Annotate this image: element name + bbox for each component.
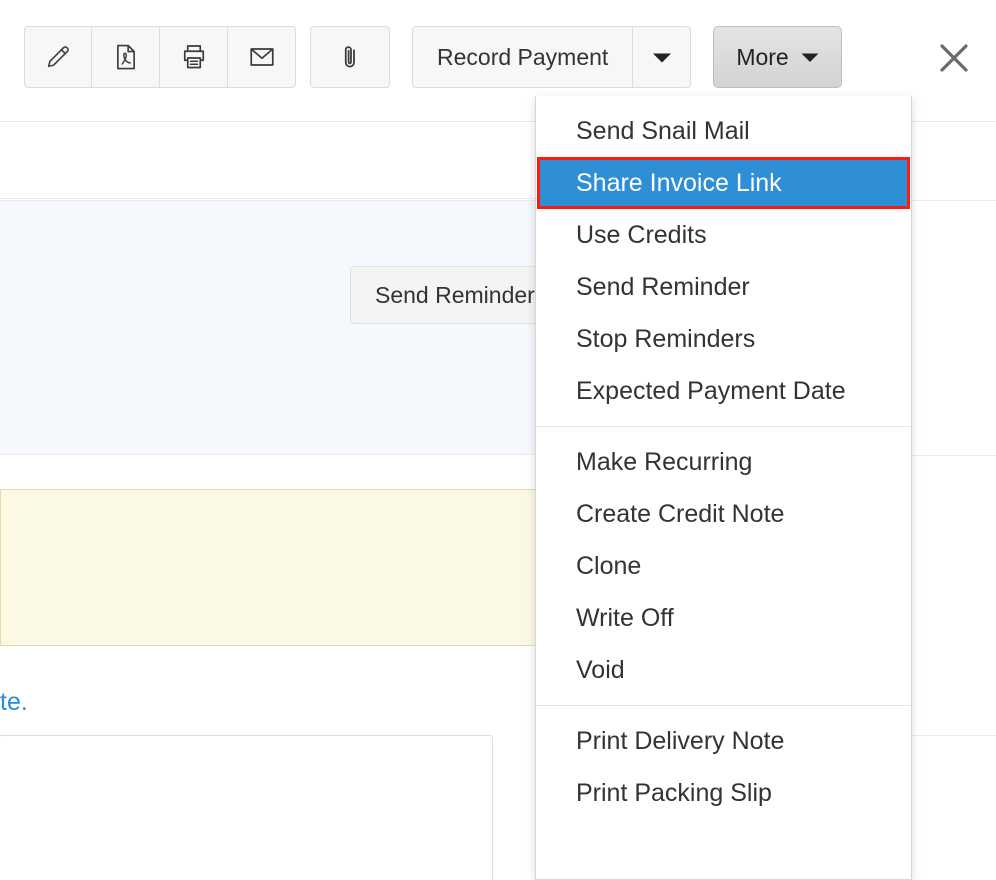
inline-link[interactable]: te. (0, 688, 28, 717)
menu-item-share-invoice-link[interactable]: Share Invoice Link (537, 157, 910, 209)
more-dropdown-body: Send Snail Mail Share Invoice Link Use Cre… (536, 96, 911, 828)
record-payment-dropdown-toggle[interactable] (633, 26, 692, 88)
menu-section: Print Delivery Note Print Packing Slip (536, 706, 911, 828)
rail-divider (912, 200, 996, 201)
menu-item-print-packing-slip[interactable]: Print Packing Slip (536, 767, 911, 819)
menu-item-label: Stop Reminders (576, 324, 756, 353)
menu-item-print-delivery-note[interactable]: Print Delivery Note (536, 715, 911, 767)
icon-button-group (24, 26, 296, 88)
send-reminder-label: Send Reminder (375, 281, 535, 308)
menu-item-expected-payment-date[interactable]: Expected Payment Date (536, 365, 911, 417)
menu-item-label: Make Recurring (576, 447, 753, 476)
menu-item-stop-reminders[interactable]: Stop Reminders (536, 313, 911, 365)
menu-item-use-credits[interactable]: Use Credits (536, 209, 911, 261)
edit-icon (43, 42, 73, 72)
app-root: Send Reminder te. Record Payment More Se… (0, 0, 996, 880)
rail-divider (912, 735, 996, 736)
menu-item-label: Share Invoice Link (576, 168, 782, 197)
pdf-button[interactable] (92, 26, 160, 88)
menu-item-label: Write Off (576, 603, 674, 632)
caret-down-icon (801, 52, 819, 63)
close-button[interactable] (932, 36, 976, 80)
close-icon (934, 38, 974, 78)
more-dropdown-menu[interactable]: Send Snail Mail Share Invoice Link Use Cre… (535, 96, 912, 880)
more-button[interactable]: More (713, 26, 842, 88)
menu-item-label: Send Reminder (576, 272, 750, 301)
edit-button[interactable] (24, 26, 92, 88)
menu-item-clone[interactable]: Clone (536, 540, 911, 592)
record-payment-split-button: Record Payment (412, 26, 692, 88)
menu-section: Send Snail Mail Share Invoice Link Use Cre… (536, 96, 911, 426)
menu-item-label: Clone (576, 551, 642, 580)
record-payment-label: Record Payment (437, 43, 609, 70)
pdf-icon (111, 42, 141, 72)
menu-item-send-snail-mail[interactable]: Send Snail Mail (536, 105, 911, 157)
menu-item-label: Create Credit Note (576, 499, 785, 528)
rail-divider (912, 455, 996, 456)
email-button[interactable] (228, 26, 296, 88)
right-rail (911, 123, 996, 880)
caret-down-icon (652, 51, 672, 64)
menu-item-send-reminder[interactable]: Send Reminder (536, 261, 911, 313)
attachment-button[interactable] (310, 26, 390, 88)
email-icon (247, 42, 277, 72)
menu-item-label: Print Packing Slip (576, 778, 772, 807)
menu-item-label: Expected Payment Date (576, 376, 846, 405)
menu-item-void[interactable]: Void (536, 644, 911, 696)
menu-item-make-recurring[interactable]: Make Recurring (536, 436, 911, 488)
menu-item-write-off[interactable]: Write Off (536, 592, 911, 644)
menu-item-create-credit-note[interactable]: Create Credit Note (536, 488, 911, 540)
record-payment-button[interactable]: Record Payment (412, 26, 634, 88)
menu-item-label: Print Delivery Note (576, 726, 785, 755)
menu-section: Make Recurring Create Credit Note Clone Wri… (536, 427, 911, 705)
detail-card (0, 735, 493, 880)
attachment-icon (335, 42, 365, 72)
toolbar: Record Payment More (24, 26, 842, 88)
menu-item-label: Send Snail Mail (576, 116, 750, 145)
menu-item-label: Use Credits (576, 220, 707, 249)
menu-item-label: Void (576, 655, 625, 684)
print-button[interactable] (160, 26, 228, 88)
more-label: More (736, 43, 789, 70)
print-icon (179, 42, 209, 72)
send-reminder-button[interactable]: Send Reminder (350, 266, 560, 324)
